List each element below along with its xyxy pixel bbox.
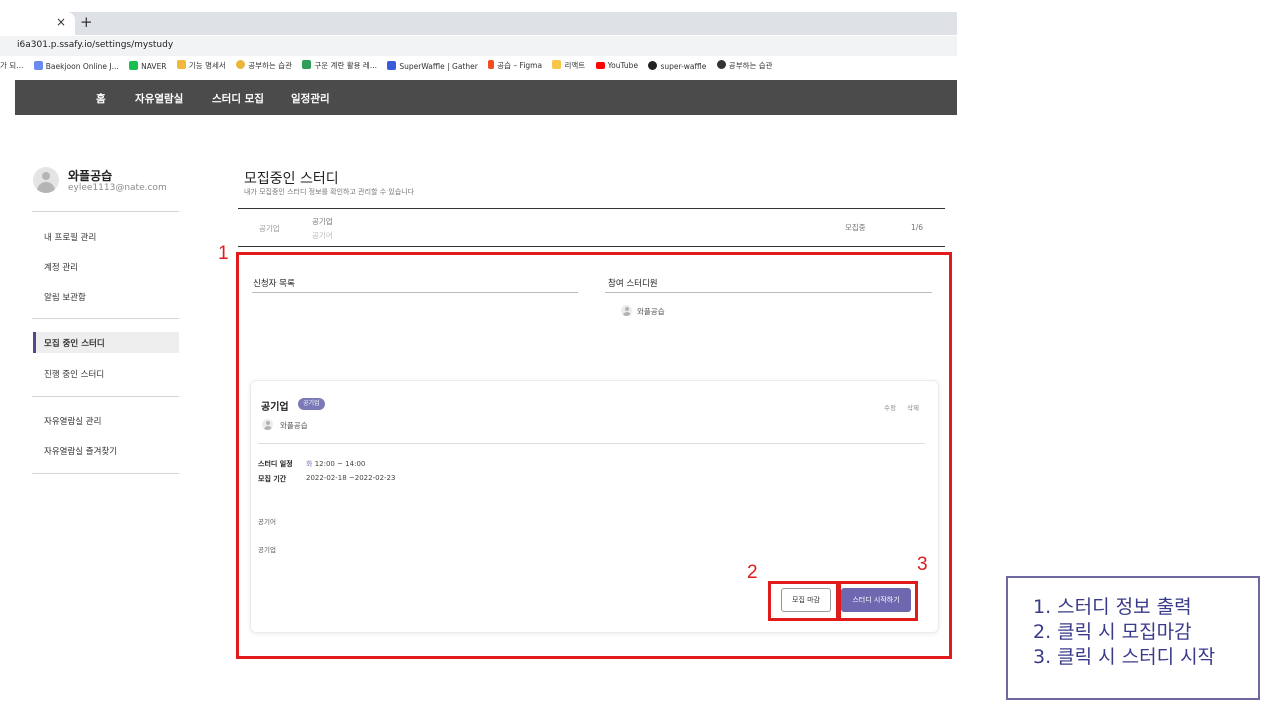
- site-navbar: 홈 자유열람실 스터디 모집 일정관리: [15, 80, 957, 115]
- screenshot: × + i6a301.p.ssafy.io/settings/mystudy 가…: [0, 0, 1280, 720]
- bookmark-item[interactable]: 기능 명세서: [176, 60, 226, 71]
- bookmark-item[interactable]: 공부하는 습관: [716, 60, 773, 71]
- sidebar-item-account[interactable]: 계정 관리: [44, 261, 78, 273]
- close-tab-icon[interactable]: ×: [56, 15, 66, 29]
- bookmarks-bar: 가 되... Baekjoon Online J... NAVER 기능 명세서…: [0, 60, 957, 76]
- bookmark-item[interactable]: 구운 계란 활용 레...: [302, 60, 377, 71]
- annotation-number: 3: [917, 554, 928, 575]
- nav-schedule[interactable]: 일정관리: [291, 91, 330, 106]
- naver-icon: [129, 60, 139, 70]
- sidebar-divider: [32, 396, 179, 397]
- summary-name: 공기업: [312, 217, 333, 226]
- emoji-icon: [236, 60, 246, 69]
- profile-email: eylee1113@nate.com: [68, 183, 167, 193]
- nav-reading-room[interactable]: 자유열람실: [135, 91, 183, 106]
- bookmark-item[interactable]: SuperWaffle | Gather: [387, 60, 478, 71]
- browser-tab-strip: × +: [0, 12, 957, 35]
- sidebar-item-profile[interactable]: 내 프로필 관리: [44, 231, 96, 243]
- sidebar-item-notifications[interactable]: 알림 보관함: [44, 291, 86, 303]
- folder-icon: [552, 60, 562, 69]
- url-text[interactable]: i6a301.p.ssafy.io/settings/mystudy: [17, 40, 173, 50]
- page-description: 내가 모집중인 스터디 정보를 확인하고 관리할 수 있습니다: [244, 188, 415, 196]
- address-bar[interactable]: i6a301.p.ssafy.io/settings/mystudy: [0, 36, 957, 56]
- bookmark-item[interactable]: Baekjoon Online J...: [33, 60, 119, 71]
- bookmark-item[interactable]: NAVER: [129, 60, 167, 71]
- github-icon: [648, 60, 658, 70]
- legend-item: 3. 클릭 시 스터디 시작: [1033, 646, 1216, 668]
- sidebar-item-in-progress[interactable]: 진행 중인 스터디: [44, 368, 104, 380]
- nav-study-recruit[interactable]: 스터디 모집: [212, 91, 264, 106]
- annotation-box-close-recruit: [768, 581, 839, 621]
- avatar: [33, 167, 59, 193]
- bookmark-item[interactable]: 공부하는 습관: [236, 60, 292, 71]
- code-icon: [33, 60, 43, 70]
- legend-item: 2. 클릭 시 모집마감: [1033, 621, 1192, 643]
- doc-icon: [176, 60, 186, 69]
- bookmark-item[interactable]: 공습 – Figma: [488, 60, 542, 71]
- annotation-number: 1: [218, 243, 229, 264]
- gather-icon: [387, 60, 397, 70]
- sidebar-divider: [32, 211, 179, 212]
- sidebar-item-recruiting[interactable]: 모집 중인 스터디: [33, 332, 179, 353]
- page-icon: [302, 60, 312, 69]
- bookmark-item[interactable]: 리액트: [552, 60, 585, 71]
- annotation-number: 2: [747, 562, 758, 583]
- divider: [238, 246, 945, 247]
- annotation-box-start-study: [838, 581, 918, 621]
- summary-category: 공기업: [259, 224, 280, 233]
- bookmark-item[interactable]: 가 되...: [0, 60, 23, 71]
- summary-status: 모집중: [845, 223, 866, 232]
- globe-icon: [716, 60, 726, 69]
- summary-subtitle: 공기어: [312, 231, 333, 240]
- nav-home[interactable]: 홈: [96, 91, 106, 106]
- profile-name: 와플공습: [68, 169, 113, 183]
- divider: [238, 208, 945, 209]
- figma-icon: [488, 60, 495, 69]
- sidebar-divider: [32, 318, 179, 319]
- new-tab-button[interactable]: +: [80, 13, 93, 31]
- sidebar-item-room-manage[interactable]: 자유열람실 관리: [44, 415, 101, 427]
- page-title: 모집중인 스터디: [244, 171, 339, 187]
- youtube-icon: [595, 62, 605, 69]
- sidebar-divider: [32, 473, 179, 474]
- annotation-legend: 1. 스터디 정보 출력 2. 클릭 시 모집마감 3. 클릭 시 스터디 시작: [1006, 576, 1260, 700]
- browser-tab[interactable]: ×: [0, 12, 75, 35]
- bookmark-item[interactable]: super-waffle: [648, 60, 706, 71]
- sidebar-item-room-favorites[interactable]: 자유열람실 즐겨찾기: [44, 445, 117, 457]
- bookmark-item[interactable]: YouTube: [595, 61, 638, 70]
- legend-item: 1. 스터디 정보 출력: [1033, 596, 1192, 618]
- summary-count: 1/6: [911, 223, 924, 232]
